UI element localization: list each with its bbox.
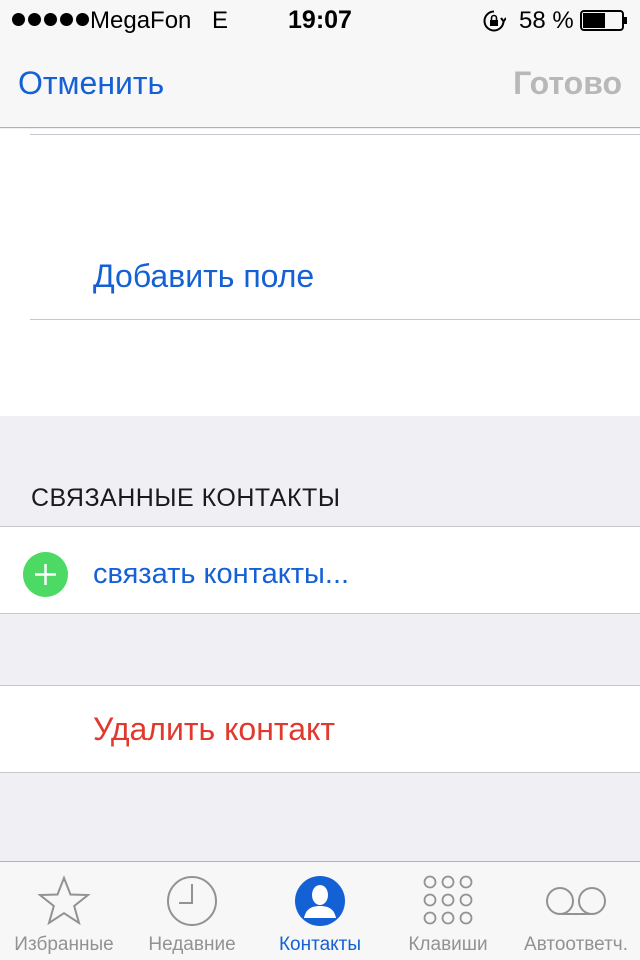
tab-recents[interactable]: Недавние xyxy=(128,862,256,960)
tab-favorites[interactable]: Избранные xyxy=(0,862,128,960)
navigation-bar: Отменить Готово xyxy=(0,40,640,128)
signal-strength-icon xyxy=(12,13,89,26)
voicemail-icon xyxy=(546,887,606,915)
done-button[interactable]: Готово xyxy=(513,65,622,102)
tab-label: Автоответч. xyxy=(524,934,628,955)
separator xyxy=(30,319,640,320)
contact-edit-screen: MegaFon E 19:07 58 % Отменить Готово Доб… xyxy=(0,0,640,960)
tab-label: Недавние xyxy=(148,934,236,955)
link-contacts-label[interactable]: связать контакты... xyxy=(93,558,349,591)
cancel-button[interactable]: Отменить xyxy=(18,65,164,102)
network-type: E xyxy=(212,7,229,34)
battery-percent: 58 % xyxy=(519,7,574,34)
tab-bar: Избранные Недавние Контакты Клавиши Авто… xyxy=(0,861,640,960)
separator xyxy=(30,134,640,135)
star-icon xyxy=(37,875,91,926)
tab-contacts[interactable]: Контакты xyxy=(256,862,384,960)
tab-label: Избранные xyxy=(14,934,114,955)
link-contacts-row[interactable]: связать контакты... xyxy=(0,526,640,614)
tab-keypad[interactable]: Клавиши xyxy=(384,862,512,960)
person-icon xyxy=(295,876,345,926)
delete-contact-button[interactable]: Удалить контакт xyxy=(93,711,335,748)
add-icon[interactable] xyxy=(23,552,68,597)
delete-contact-row[interactable]: Удалить контакт xyxy=(0,685,640,773)
rotation-lock-icon xyxy=(483,10,506,32)
tab-label: Клавиши xyxy=(408,934,488,955)
keypad-icon xyxy=(423,875,473,925)
linked-contacts-header: СВЯЗАННЫЕ КОНТАКТЫ xyxy=(31,484,341,512)
tab-voicemail[interactable]: Автоответч. xyxy=(512,862,640,960)
battery-icon xyxy=(580,10,627,31)
clock-icon xyxy=(167,876,217,926)
carrier-name: MegaFon xyxy=(90,7,192,34)
fields-section: Добавить поле xyxy=(0,129,640,416)
status-bar: MegaFon E 19:07 58 % xyxy=(0,0,640,40)
tab-label: Контакты xyxy=(278,934,362,955)
add-field-button[interactable]: Добавить поле xyxy=(93,258,314,295)
